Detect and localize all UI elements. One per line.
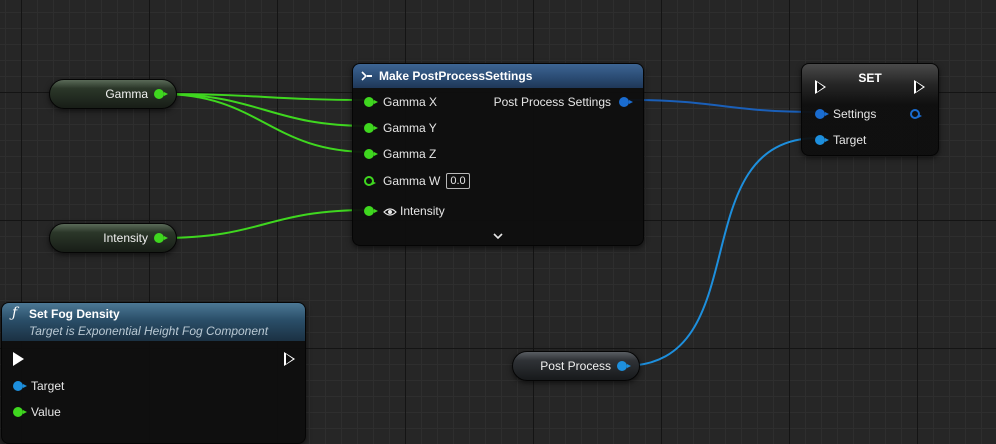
fog-node-title: Set Fog Density [29,307,120,321]
wire-settings [627,99,819,113]
settings-label: Settings [833,107,877,121]
gamma-z-label: Gamma Z [383,147,437,161]
eye-icon[interactable] [383,206,397,216]
gamma-output-pin[interactable] [154,89,168,99]
fog-node-subtitle: Target is Exponential Height Fog Compone… [29,324,269,338]
set-exec-in-icon[interactable] [815,80,826,94]
chevron-down-icon[interactable] [492,228,504,240]
set-target-row: Target [815,133,866,147]
post-process-settings-output-row: Post Process Settings [493,95,633,109]
fog-exec-in-icon[interactable] [13,352,24,366]
settings-input-pin[interactable] [815,109,829,119]
fog-value-input-pin[interactable] [13,407,27,417]
set-settings-row: Settings [815,107,876,121]
gamma-w-input-pin[interactable] [364,176,376,186]
gamma-x-label: Gamma X [383,95,438,109]
gamma-z-input-pin[interactable] [364,149,378,159]
gamma-y-input-pin[interactable] [364,123,378,133]
gamma-w-row: Gamma W 0.0 [364,173,470,189]
gamma-z-row: Gamma Z [364,147,436,161]
gamma-w-label: Gamma W [383,174,441,188]
post-process-variable-label: Post Process [540,359,611,373]
fog-node-header[interactable]: ƒ Set Fog Density Target is Exponential … [2,303,305,341]
fog-target-row: Target [13,379,64,393]
gamma-w-value-field[interactable]: 0.0 [446,173,470,189]
fog-value-label: Value [31,405,61,419]
target-input-pin[interactable] [815,135,829,145]
intensity-variable-label: Intensity [103,231,148,245]
function-icon: ƒ [12,305,18,321]
gamma-y-row: Gamma Y [364,121,437,135]
set-exec-out-icon[interactable] [914,80,925,94]
fog-exec-out-icon[interactable] [284,352,295,366]
fog-target-label: Target [31,379,65,393]
fog-value-row: Value [13,405,61,419]
gamma-y-label: Gamma Y [383,121,437,135]
intensity-input-pin[interactable] [364,206,378,216]
post-process-settings-output-label: Post Process Settings [493,95,611,109]
wire-intensity [160,209,370,239]
set-fog-density-node[interactable]: ƒ Set Fog Density Target is Exponential … [1,302,306,444]
gamma-x-input-pin[interactable] [364,97,378,107]
wire-gamma-z [160,93,370,153]
intensity-label: Intensity [400,204,445,218]
set-target-label: Target [833,133,867,147]
make-node-title: Make PostProcessSettings [379,69,533,83]
intensity-output-pin[interactable] [154,233,168,243]
intensity-row: Intensity [364,204,445,218]
fog-target-input-pin[interactable] [13,381,27,391]
make-postprocess-settings-node[interactable]: Make PostProcessSettings Gamma X Gamma Y… [352,63,644,246]
make-struct-icon [361,70,373,82]
post-process-output-pin[interactable] [617,361,631,371]
wire-target [623,137,819,367]
post-process-variable-node[interactable]: Post Process [512,351,640,381]
make-node-header[interactable]: Make PostProcessSettings [353,64,643,88]
post-process-settings-output-pin[interactable] [619,97,633,107]
set-node[interactable]: SET Settings Target [801,63,939,156]
settings-output-pin[interactable] [910,109,922,119]
intensity-variable-node[interactable]: Intensity [49,223,177,253]
gamma-x-row: Gamma X [364,95,437,109]
gamma-variable-label: Gamma [105,87,148,101]
gamma-variable-node[interactable]: Gamma [49,79,177,109]
